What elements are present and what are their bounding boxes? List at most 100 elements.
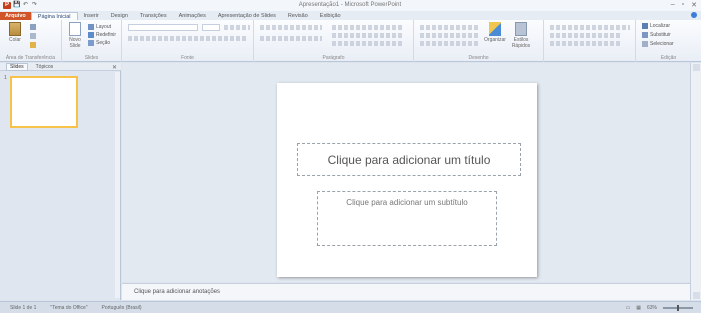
notes-pane[interactable]: Clique para adicionar anotações — [122, 283, 690, 300]
close-button[interactable]: ✕ — [691, 1, 697, 9]
shape-fill-button[interactable] — [550, 25, 630, 30]
font-name-combo[interactable] — [128, 24, 198, 31]
help-icon[interactable] — [691, 12, 697, 18]
slide-thumbnail[interactable] — [10, 76, 78, 128]
arrange-button[interactable]: Organizar — [484, 22, 506, 43]
slides-group: Novo Slide Layout Redefinir Seção Slides — [62, 20, 122, 62]
copy-icon — [30, 33, 36, 39]
layout-label: Layout — [96, 24, 112, 30]
quick-access-toolbar: P 💾 ↶ ↷ — [0, 2, 150, 9]
slides-pane: Slides Tópicos ✕ 1 — [0, 62, 121, 300]
slide-number: 1 — [4, 75, 7, 81]
font-size-combo[interactable] — [202, 24, 220, 31]
shape-outline-button[interactable] — [550, 33, 620, 38]
tab-revis-o[interactable]: Revisão — [282, 12, 314, 20]
shapes-gallery-row-3[interactable] — [420, 41, 480, 46]
shape-format-group — [544, 20, 636, 62]
font-size-buttons[interactable] — [224, 25, 250, 30]
slide[interactable]: Clique para adicionar um título Clique p… — [277, 83, 537, 277]
layout-button[interactable]: Layout — [88, 24, 111, 30]
scissors-icon — [30, 24, 36, 30]
replace-icon — [642, 32, 648, 38]
arrange-label: Organizar — [484, 37, 506, 43]
brush-icon — [30, 42, 36, 48]
title-placeholder[interactable]: Clique para adicionar um título — [297, 143, 521, 176]
sorter-view-icon[interactable]: ▦ — [636, 305, 641, 311]
font-group: Fonte — [122, 20, 254, 62]
tab-exibi-o[interactable]: Exibição — [314, 12, 347, 20]
tab-arquivo[interactable]: Arquivo — [0, 12, 31, 20]
language[interactable]: Português (Brasil) — [102, 305, 142, 311]
format-painter-button[interactable] — [30, 42, 36, 48]
redo-icon[interactable]: ↷ — [31, 2, 38, 9]
drawing-group: Organizar Estilos Rápidos Desenho — [414, 20, 544, 62]
paste-button[interactable]: Colar — [4, 22, 26, 43]
clipboard-group-label: Área de Transferência — [5, 55, 56, 61]
paragraph-group-label: Parágrafo — [322, 55, 345, 61]
subtitle-placeholder[interactable]: Clique para adicionar um subtítulo — [317, 191, 497, 246]
tab-slides[interactable]: Slides — [6, 62, 28, 71]
find-label: Localizar — [650, 23, 671, 29]
vertical-scrollbar[interactable] — [690, 63, 701, 300]
reset-label: Redefinir — [96, 32, 117, 38]
editing-group-label: Edição — [660, 55, 677, 61]
tab-apresenta-o-de-slides[interactable]: Apresentação de Slides — [212, 12, 282, 20]
smartart-button[interactable] — [332, 41, 402, 46]
scroll-up-button[interactable] — [693, 64, 700, 71]
editing-group: Localizar Substituir Selecionar Edição — [636, 20, 701, 62]
select-label: Selecionar — [650, 41, 674, 47]
font-style-buttons[interactable] — [128, 36, 248, 41]
slide-canvas: Clique para adicionar um título Clique p… — [122, 63, 690, 282]
quick-styles-button[interactable]: Estilos Rápidos — [510, 22, 532, 49]
replace-button[interactable]: Substituir — [642, 32, 671, 38]
theme-name: "Tema do Office" — [50, 304, 88, 311]
ribbon-tabs: Arquivo Página Inicial Inserir Design Transi… — [0, 11, 701, 20]
quick-styles-icon — [515, 22, 527, 36]
window-controls: – ▫ ✕ — [671, 1, 697, 9]
tab-design[interactable]: Design — [105, 12, 134, 20]
normal-view-icon[interactable]: ▭ — [626, 305, 631, 311]
list-buttons[interactable] — [260, 25, 322, 30]
section-button[interactable]: Seção — [88, 40, 110, 46]
cut-button[interactable] — [30, 24, 36, 30]
status-right: ▭ ▦ 63% — [626, 305, 693, 311]
tab-anima-es[interactable]: Animações — [173, 12, 212, 20]
pane-tabs: Slides Tópicos ✕ — [0, 62, 121, 71]
tab-outline[interactable]: Tópicos — [36, 64, 54, 70]
pane-scrollbar[interactable] — [115, 72, 120, 298]
tab-inserir[interactable]: Inserir — [78, 12, 105, 20]
tab-transi-es[interactable]: Transições — [134, 12, 173, 20]
alignment-buttons[interactable] — [260, 36, 322, 41]
replace-label: Substituir — [650, 32, 671, 38]
minimize-button[interactable]: – — [671, 1, 675, 9]
shape-effects-button[interactable] — [550, 41, 622, 46]
shapes-gallery[interactable] — [420, 25, 480, 30]
new-slide-button[interactable]: Novo Slide — [64, 22, 86, 49]
zoom-level[interactable]: 63% — [647, 305, 657, 311]
cursor-icon — [642, 41, 648, 47]
maximize-button[interactable]: ▫ — [682, 1, 684, 9]
section-icon — [88, 40, 94, 46]
copy-button[interactable] — [30, 33, 36, 39]
shapes-gallery-row-2[interactable] — [420, 33, 480, 38]
paragraph-group: Parágrafo — [254, 20, 414, 62]
powerpoint-app-icon[interactable]: P — [3, 2, 11, 9]
binoculars-icon — [642, 23, 648, 29]
window-title: Apresentação1 - Microsoft PowerPoint — [298, 2, 402, 8]
close-pane-icon[interactable]: ✕ — [112, 64, 117, 71]
undo-icon[interactable]: ↶ — [22, 2, 29, 9]
find-button[interactable]: Localizar — [642, 23, 670, 29]
save-icon[interactable]: 💾 — [13, 2, 20, 9]
align-text-button[interactable] — [332, 33, 402, 38]
clipboard-icon — [9, 22, 21, 36]
text-direction-button[interactable] — [332, 25, 402, 30]
reset-button[interactable]: Redefinir — [88, 32, 116, 38]
drawing-group-label: Desenho — [468, 55, 489, 61]
zoom-slider[interactable] — [663, 305, 693, 311]
select-button[interactable]: Selecionar — [642, 41, 674, 47]
ribbon: Colar Área de Transferência Novo Slide L… — [0, 20, 701, 62]
slides-group-label: Slides — [84, 55, 99, 61]
tab-p-gina-inicial[interactable]: Página Inicial — [30, 12, 78, 20]
section-label: Seção — [96, 40, 111, 46]
scroll-down-button[interactable] — [693, 292, 700, 299]
